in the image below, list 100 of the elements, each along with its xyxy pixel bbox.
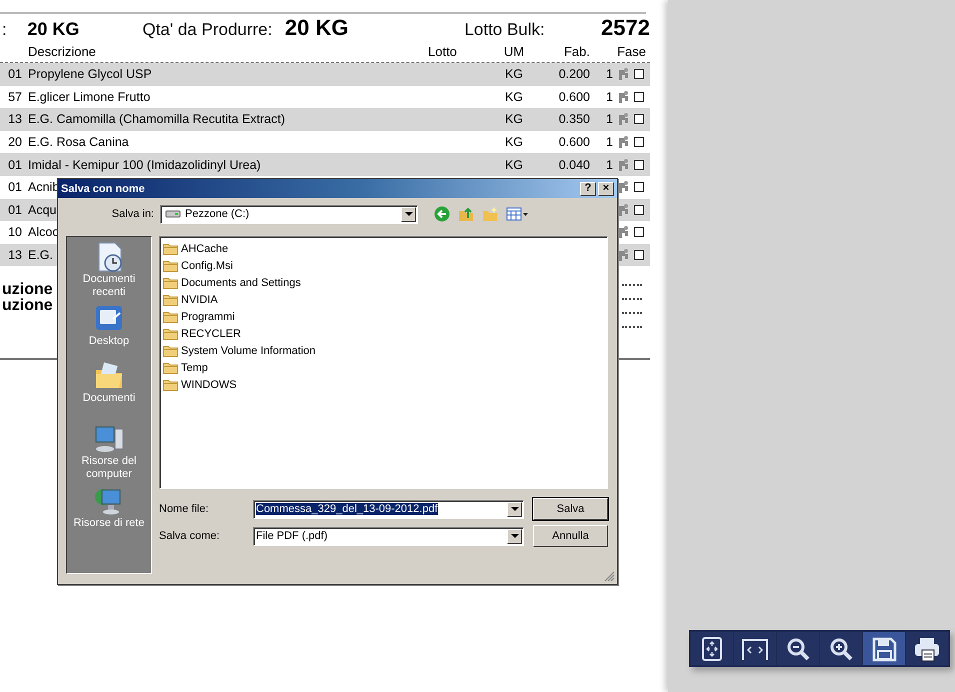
folder-item[interactable]: Temp — [181, 362, 208, 374]
table-cell-text: E.glicer Limone Frutto — [28, 90, 152, 104]
summary-value: 20 KG — [27, 19, 80, 40]
views-icon[interactable] — [506, 206, 528, 222]
table-cell-text: 20 — [7, 135, 22, 150]
note-text: uzione — [2, 298, 53, 314]
table-cell-text: 01 — [7, 67, 22, 82]
table-cell-text: KG — [504, 135, 524, 150]
column-header: Fase — [616, 44, 647, 59]
leader-line — [622, 284, 642, 286]
file-type-dropdown[interactable]: File PDF (.pdf) — [253, 526, 524, 546]
table-cell-text: KG — [504, 158, 524, 172]
folder-icon — [163, 242, 179, 255]
location-dropdown[interactable]: Pezzone (C:) — [160, 204, 418, 224]
folder-item[interactable]: Programmi — [181, 310, 235, 322]
table-cell-text: 10 — [7, 225, 22, 240]
table-cell-text: KG — [504, 90, 524, 104]
folder-item[interactable]: NVIDIA — [181, 294, 218, 306]
leader-line — [622, 312, 642, 314]
table-cell: 1 — [606, 135, 613, 150]
table-cell-text: 0.350 — [558, 112, 590, 126]
table-cell: 1 — [606, 158, 613, 172]
folder-item[interactable]: RECYCLER — [181, 328, 241, 340]
summary-label: Lotto Bulk: — [464, 20, 546, 40]
column-header: Lotto — [428, 44, 458, 59]
folder-icon — [163, 276, 179, 289]
places-item[interactable]: Risorse del computer — [69, 423, 149, 481]
table-cell-text: 13 — [7, 248, 22, 262]
resize-grip-icon[interactable] — [604, 571, 615, 582]
folder-item[interactable]: System Volume Information — [181, 344, 316, 356]
folder-item[interactable]: AHCache — [181, 242, 228, 254]
toolbar-button[interactable] — [906, 632, 948, 665]
summary-label: Qta' da Produrre: — [142, 20, 274, 40]
tap-icon[interactable] — [617, 180, 629, 194]
tap-icon[interactable] — [617, 248, 629, 262]
table-cell: 1 — [606, 90, 613, 104]
checkbox[interactable] — [634, 160, 644, 170]
column-header: Fab. — [562, 44, 590, 59]
drive-icon — [165, 209, 181, 219]
summary-value: 20 KG — [284, 15, 350, 41]
table-cell: Acqu — [28, 202, 56, 217]
table-cell-text: 0.600 — [558, 135, 590, 150]
cancel-button[interactable]: Annulla — [533, 525, 608, 547]
folder-icon — [163, 293, 179, 306]
table-cell-text: KG — [504, 67, 524, 82]
folder-item[interactable]: WINDOWS — [181, 378, 237, 390]
checkbox[interactable] — [634, 69, 644, 80]
tap-icon[interactable] — [617, 225, 629, 240]
column-header: Descrizione — [28, 44, 97, 59]
table-cell: 1 — [606, 112, 613, 126]
help-button[interactable]: ? — [580, 182, 596, 196]
window-title: Salva con nome — [61, 182, 145, 194]
checkbox[interactable] — [634, 182, 644, 192]
column-header: UM — [502, 44, 526, 59]
toolbar-button[interactable] — [691, 632, 733, 665]
table-cell-text: E.G. Camomilla (Chamomilla Recutita Extract) — [28, 112, 286, 126]
tap-icon[interactable] — [617, 202, 629, 217]
field-label: Salva come: — [159, 530, 221, 542]
save-button[interactable]: Salva — [533, 498, 608, 520]
folder-icon — [163, 327, 179, 340]
folder-item[interactable]: Documents and Settings — [181, 276, 301, 288]
folder-icon — [163, 378, 179, 391]
folder-icon — [163, 259, 179, 272]
table-cell-text: Imidal - Kemipur 100 (Imidazolidinyl Urea) — [28, 158, 262, 172]
table-cell-text: 57 — [7, 90, 22, 104]
back-icon[interactable] — [434, 206, 450, 222]
table-cell-text: 01 — [7, 180, 22, 194]
places-item[interactable]: Documenti — [69, 360, 149, 405]
table-cell-text: 0.200 — [558, 67, 590, 82]
toolbar-button[interactable] — [734, 632, 776, 665]
field-label: Nome file: — [159, 503, 210, 515]
filename-field[interactable]: Commessa_329_del_13-09-2012.pdf — [253, 500, 524, 518]
table-cell: 1 — [606, 67, 613, 82]
table-cell-text: 0.040 — [558, 158, 590, 172]
checkbox[interactable] — [634, 227, 644, 238]
field-label: Salva in: — [110, 208, 154, 220]
checkbox[interactable] — [634, 204, 644, 215]
checkbox[interactable] — [634, 250, 644, 260]
toolbar-button[interactable] — [777, 632, 819, 665]
places-item[interactable]: Risorse di rete — [69, 485, 149, 530]
folder-icon — [163, 361, 179, 374]
table-cell-text: Propylene Glycol USP — [28, 67, 153, 82]
table-cell-text: 13 — [7, 112, 22, 126]
places-item[interactable]: Desktop — [69, 303, 149, 348]
close-button[interactable]: × — [598, 182, 614, 196]
summary-value: 2572 — [601, 15, 650, 41]
table-cell-text: 0.600 — [558, 90, 590, 104]
checkbox[interactable] — [634, 114, 644, 124]
table-cell-text: E.G. Rosa Canina — [28, 135, 130, 150]
leader-line — [622, 298, 642, 300]
folder-icon — [163, 344, 179, 357]
checkbox[interactable] — [634, 92, 644, 102]
toolbar-button[interactable] — [820, 632, 862, 665]
summary-label: : — [2, 20, 8, 40]
checkbox[interactable] — [634, 137, 644, 148]
places-item[interactable]: Documenti recenti — [69, 241, 149, 299]
table-cell: E.G. — [28, 248, 54, 262]
folder-item[interactable]: Config.Msi — [181, 260, 233, 272]
folder-icon — [163, 310, 179, 323]
note-text: uzione — [2, 282, 53, 298]
